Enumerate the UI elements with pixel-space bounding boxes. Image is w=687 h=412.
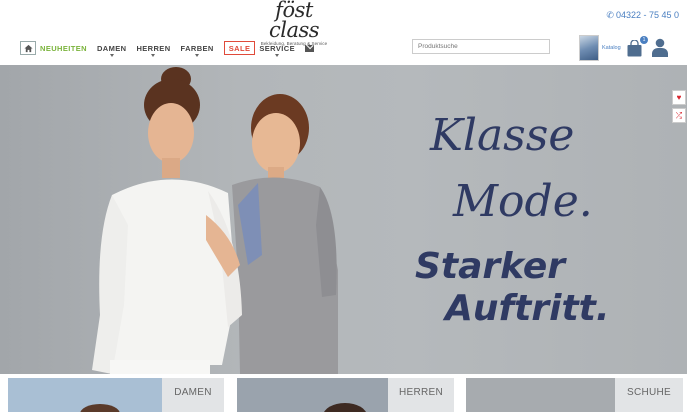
logo[interactable]: föst class Bekleidung, Beratung & Servic… (248, 0, 340, 46)
phone-icon: ✆ (606, 10, 614, 20)
cart-count-badge: 1 (640, 36, 648, 44)
nav-item-sale[interactable]: SALE (223, 41, 256, 55)
logo-text: föst class (268, 0, 320, 42)
shopping-bag-icon[interactable] (627, 40, 642, 57)
nav-label: DAMEN (96, 43, 127, 53)
hero-slogan-line: Auftritt. (445, 288, 610, 329)
nav-item-damen[interactable]: DAMEN (96, 41, 127, 57)
heart-icon[interactable]: ♥ (672, 90, 686, 105)
nav-label: SERVICE (259, 43, 295, 53)
category-image (8, 378, 168, 412)
hero-slogan-line: Klasse (430, 110, 575, 161)
nav-label: HERREN (136, 43, 171, 53)
caret-down-icon (151, 54, 156, 57)
category-image (466, 378, 616, 412)
category-image (237, 378, 392, 412)
nav-label: NEUHEITEN (40, 43, 87, 53)
hero-slogan-line: Starker (415, 246, 566, 287)
hero-banner[interactable]: Klasse Mode. Starker Auftritt. (0, 65, 687, 374)
category-tile-herren[interactable]: HERREN (237, 378, 454, 412)
search-input[interactable] (412, 39, 550, 54)
nav-label: FARBEN (180, 43, 214, 53)
category-tiles: DAMEN HERREN SCHUHE (0, 378, 687, 412)
hero-slogan-line: Mode. (453, 176, 593, 227)
catalog-thumbnail (579, 35, 599, 61)
shuffle-icon[interactable]: ⤮ (672, 108, 686, 123)
envelope-icon[interactable] (304, 44, 314, 52)
caret-down-icon (109, 54, 114, 57)
phone-text: 04322 - 75 45 0 (615, 10, 679, 20)
caret-down-icon (275, 54, 280, 57)
nav-label: SALE (228, 43, 251, 53)
phone-number[interactable]: ✆ 04322 - 75 45 0 (606, 10, 679, 21)
hero-models-image (92, 67, 338, 374)
catalog-label: Katalog (602, 45, 621, 51)
user-icon[interactable] (652, 38, 668, 57)
category-label: HERREN (388, 378, 454, 412)
category-tile-damen[interactable]: DAMEN (8, 378, 224, 412)
category-tile-schuhe[interactable]: SCHUHE (466, 378, 683, 412)
category-label: DAMEN (162, 378, 224, 412)
nav-item-farben[interactable]: FARBEN (180, 41, 214, 57)
nav-item-herren[interactable]: HERREN (136, 41, 171, 57)
nav-item-neuheiten[interactable]: NEUHEITEN (40, 41, 87, 55)
main-nav: NEUHEITEN DAMEN HERREN FARBEN SALE SERVI… (20, 40, 314, 57)
caret-down-icon (195, 54, 200, 57)
home-icon[interactable] (20, 41, 36, 55)
category-label: SCHUHE (615, 378, 683, 412)
nav-item-service[interactable]: SERVICE (259, 41, 295, 57)
catalog-link[interactable]: Katalog (579, 35, 621, 61)
